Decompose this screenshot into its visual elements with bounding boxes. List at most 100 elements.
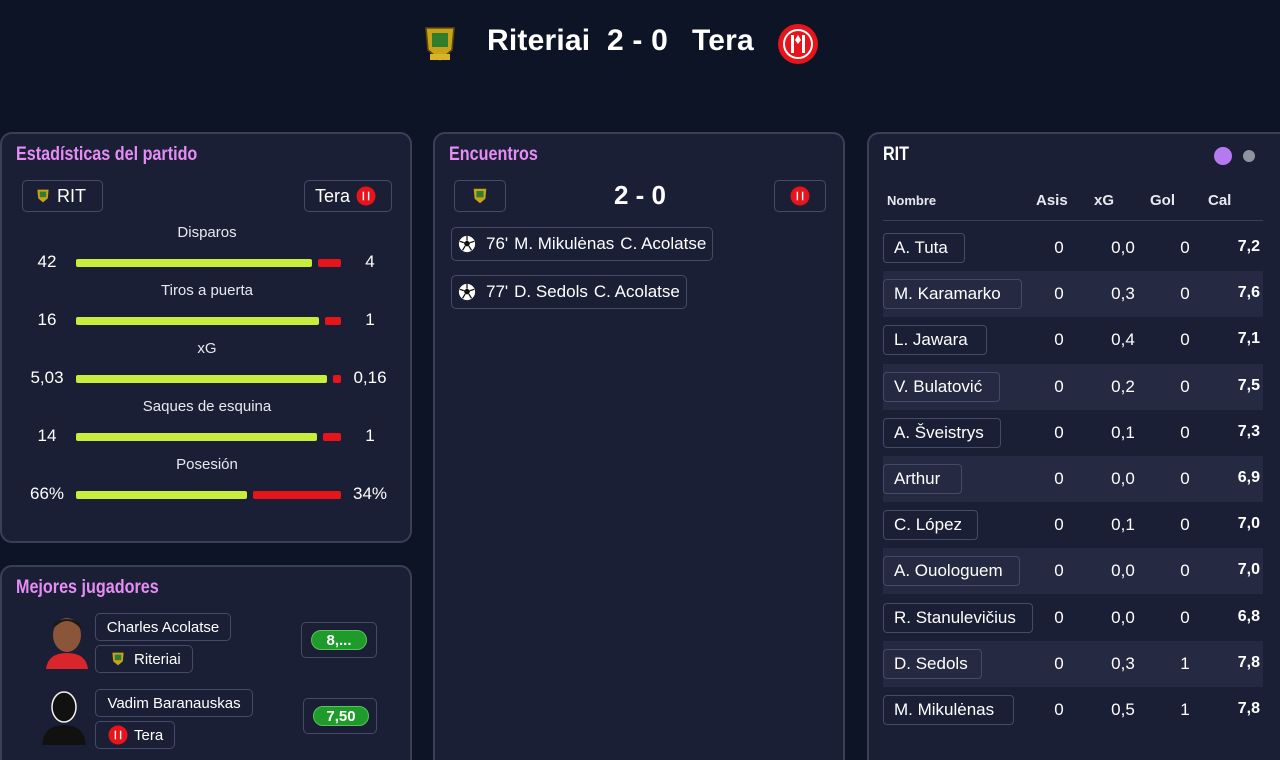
best-players-panel: Mejores jugadores Charles Acolatse Riter… — [0, 565, 412, 760]
cell-goals: 0 — [1180, 330, 1190, 349]
cell-assists: 0 — [1054, 515, 1064, 534]
stat-label: xG — [197, 340, 217, 357]
stat-away-bar — [253, 491, 341, 499]
cell-goals: 0 — [1180, 469, 1190, 488]
player-name-chip[interactable]: D. Sedols — [883, 649, 982, 679]
cell-rating: 6,8 — [1237, 608, 1260, 625]
header-score: 2 - 0 — [607, 24, 669, 57]
player-avatar-placeholder — [42, 691, 86, 745]
cell-rating: 7,2 — [1237, 238, 1260, 255]
cell-assists: 0 — [1054, 700, 1064, 719]
tera-crest-icon — [108, 725, 128, 745]
cell-xg: 0,4 — [1111, 330, 1135, 349]
player-name-chip[interactable]: A. Tuta — [883, 233, 965, 263]
cell-rating: 7,8 — [1237, 654, 1260, 671]
stat-away-bar — [323, 433, 341, 441]
away-team-name: Tera — [692, 24, 754, 57]
player-name: A. Tuta — [894, 238, 948, 257]
cell-assists: 0 — [1054, 330, 1064, 349]
stat-home-bar — [76, 433, 317, 441]
cell-assists: 0 — [1054, 284, 1064, 303]
tera-crest-icon — [790, 186, 810, 206]
player-name-chip[interactable]: R. Stanulevičius — [883, 603, 1033, 633]
player-rating-box: 8,... — [301, 622, 377, 658]
stat-away-bar — [333, 375, 341, 383]
tera-crest-icon — [356, 186, 376, 206]
stat-away-value: 1 — [365, 426, 375, 445]
cell-rating: 7,5 — [1237, 377, 1260, 394]
match-stats-panel: Estadísticas del partido RIT Tera Dispar… — [0, 132, 412, 543]
events-panel: Encuentros 2 - 0 76' M. Mikulėnas C. Aco… — [433, 132, 845, 760]
away-team-chip[interactable] — [774, 180, 826, 212]
player-name-chip[interactable]: Charles Acolatse — [95, 613, 231, 641]
col-header-name: Nombre — [887, 193, 937, 208]
player-name: D. Sedols — [894, 654, 968, 673]
away-team-chip[interactable]: Tera — [304, 180, 392, 212]
event-scorer: D. Sedols — [514, 282, 588, 301]
cell-rating: 7,1 — [1237, 330, 1260, 347]
goal-event[interactable]: 77' D. Sedols C. Acolatse — [451, 275, 687, 309]
player-name-chip[interactable]: V. Bulatović — [883, 372, 1000, 402]
cell-goals: 0 — [1180, 608, 1190, 627]
cell-goals: 0 — [1180, 515, 1190, 534]
riteriai-crest-icon — [37, 189, 49, 203]
player-team-chip[interactable]: Tera — [95, 721, 175, 749]
event-assist: C. Acolatse — [593, 282, 680, 301]
cell-xg: 0,3 — [1111, 284, 1135, 303]
tera-crest-icon — [778, 24, 818, 64]
event-assist: C. Acolatse — [620, 234, 707, 253]
player-name-chip[interactable]: M. Karamarko — [883, 279, 1022, 309]
player-name-chip[interactable]: Vadim Baranauskas — [95, 689, 253, 717]
panel-title: RIT — [883, 144, 910, 165]
match-header: Riteriai 2 - 0 Tera — [0, 0, 1280, 90]
cell-xg: 0,0 — [1111, 469, 1135, 488]
header-divider — [883, 220, 1263, 221]
cell-xg: 0,0 — [1111, 608, 1135, 627]
stat-label: Saques de esquina — [142, 398, 272, 415]
stat-away-value: 4 — [365, 252, 375, 271]
cell-assists: 0 — [1054, 377, 1064, 396]
cell-rating: 7,0 — [1237, 515, 1260, 532]
cell-rating: 7,3 — [1237, 423, 1260, 440]
team-toggle-dot-active[interactable] — [1214, 147, 1232, 165]
stat-home-bar — [76, 491, 247, 499]
team-toggle-dot[interactable] — [1243, 150, 1255, 162]
stat-label: Tiros a puerta — [161, 282, 253, 299]
cell-assists: 0 — [1054, 608, 1064, 627]
home-team-name: Riteriai — [487, 24, 591, 57]
cell-xg: 0,1 — [1111, 515, 1135, 534]
cell-xg: 0,0 — [1111, 561, 1135, 580]
riteriai-crest-icon — [112, 652, 124, 666]
cell-xg: 0,0 — [1111, 238, 1135, 257]
player-name-chip[interactable]: L. Jawara — [883, 325, 987, 355]
player-name: M. Karamarko — [894, 284, 1001, 303]
stat-home-bar — [76, 375, 327, 383]
stat-away-bar — [325, 317, 341, 325]
cell-goals: 1 — [1180, 654, 1190, 673]
player-name-chip[interactable]: A. Ouologuem — [883, 556, 1020, 586]
player-name-chip[interactable]: M. Mikulėnas — [883, 695, 1014, 725]
player-name: Arthur — [894, 469, 941, 488]
cell-goals: 0 — [1180, 284, 1190, 303]
goal-event[interactable]: 76' M. Mikulėnas C. Acolatse — [451, 227, 714, 261]
stat-away-value: 1 — [365, 310, 375, 329]
cell-assists: 0 — [1054, 654, 1064, 673]
player-name-chip[interactable]: A. Šveistrys — [883, 418, 1001, 448]
cell-goals: 0 — [1180, 423, 1190, 442]
home-team-chip[interactable]: RIT — [22, 180, 103, 212]
soccer-ball-icon — [458, 283, 476, 301]
cell-xg: 0,3 — [1111, 654, 1135, 673]
cell-goals: 0 — [1180, 561, 1190, 580]
player-name-chip[interactable]: C. López — [883, 510, 978, 540]
stat-home-bar — [76, 259, 312, 267]
player-team-label: Riteriai — [134, 650, 181, 668]
player-name: V. Bulatović — [894, 377, 983, 396]
player-rating-badge: 7,50 — [313, 706, 369, 726]
stat-away-value: 0,16 — [353, 368, 387, 387]
event-minute: 76' — [486, 234, 509, 253]
stat-away-value: 34% — [352, 484, 388, 503]
col-header-assists: Asis — [1036, 192, 1068, 209]
player-team-chip[interactable]: Riteriai — [95, 645, 193, 673]
player-name-chip[interactable]: Arthur — [883, 464, 962, 494]
riteriai-crest-icon — [425, 27, 455, 61]
